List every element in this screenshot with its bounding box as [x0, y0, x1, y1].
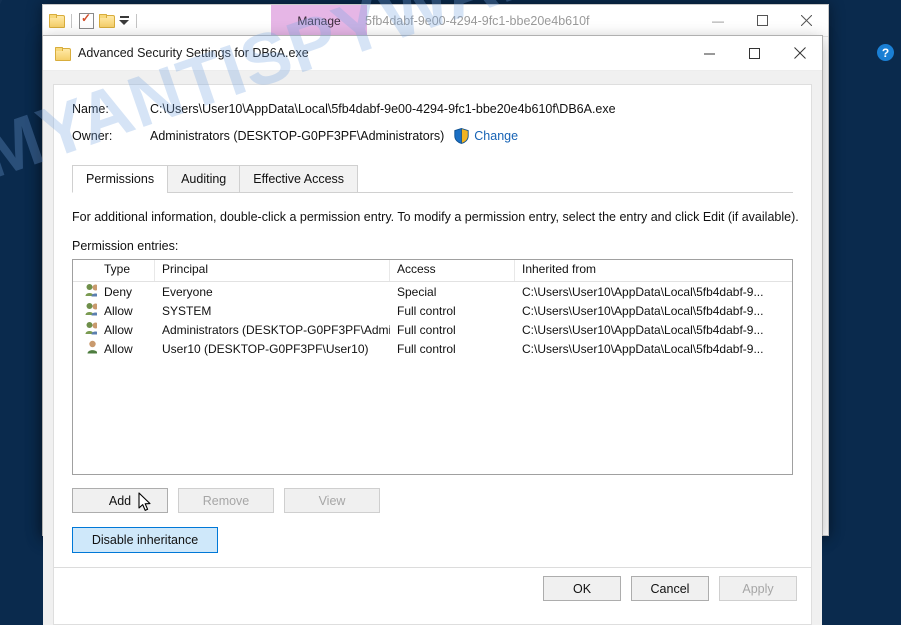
- listview-header[interactable]: Type Principal Access Inherited from: [73, 260, 792, 282]
- permission-entries-label: Permission entries:: [72, 239, 179, 253]
- dialog-window-controls[interactable]: [687, 36, 822, 70]
- remove-button: Remove: [178, 488, 274, 513]
- row-access: Full control: [397, 303, 456, 318]
- tab-strip[interactable]: Permissions Auditing Effective Access: [72, 165, 811, 193]
- file-info-section: Name: C:\Users\User10\AppData\Local\5fb4…: [54, 85, 811, 144]
- disable-inheritance-button[interactable]: Disable inheritance: [72, 527, 218, 553]
- properties-icon[interactable]: [79, 11, 94, 29]
- uac-shield-icon: [454, 128, 469, 144]
- ok-button[interactable]: OK: [543, 576, 621, 601]
- owner-label: Owner:: [72, 129, 113, 143]
- apply-button: Apply: [719, 576, 797, 601]
- row-inherited-from: C:\Users\User10\AppData\Local\5fb4dabf-9…: [522, 303, 764, 318]
- dialog-content-panel: Name: C:\Users\User10\AppData\Local\5fb4…: [53, 84, 812, 625]
- dialog-body: Name: C:\Users\User10\AppData\Local\5fb4…: [43, 71, 822, 625]
- row-users-icon: [73, 283, 97, 300]
- view-button: View: [284, 488, 380, 513]
- dialog-minimize-button[interactable]: [687, 36, 732, 70]
- tab-effective-access[interactable]: Effective Access: [239, 165, 359, 193]
- table-row[interactable]: Allow SYSTEM Full control C:\Users\User1…: [73, 301, 792, 320]
- customize-caret-icon[interactable]: [119, 16, 129, 25]
- row-access: Full control: [397, 322, 456, 337]
- row-principal: User10 (DESKTOP-G0PF3PF\User10): [162, 341, 369, 356]
- row-type: Allow: [104, 303, 133, 318]
- column-header-inherited-from[interactable]: Inherited from: [515, 260, 792, 281]
- new-folder-icon[interactable]: [99, 14, 115, 28]
- tab-permissions[interactable]: Permissions: [72, 165, 169, 193]
- row-inherited-from: C:\Users\User10\AppData\Local\5fb4dabf-9…: [522, 284, 764, 299]
- row-user-icon: [73, 340, 97, 357]
- owner-value: Administrators (DESKTOP-G0PF3PF\Administ…: [150, 129, 445, 143]
- dialog-folder-icon: [55, 46, 71, 61]
- change-owner-link[interactable]: Change: [474, 129, 518, 143]
- quick-access-toolbar[interactable]: [43, 11, 139, 29]
- dialog-titlebar: Advanced Security Settings for DB6A.exe: [43, 36, 822, 71]
- row-type: Allow: [104, 322, 133, 337]
- help-button[interactable]: ?: [877, 44, 894, 61]
- row-principal: Administrators (DESKTOP-G0PF3PF\Admini..…: [162, 322, 390, 337]
- cancel-button[interactable]: Cancel: [631, 576, 709, 601]
- entry-action-buttons[interactable]: Add Remove View: [72, 488, 811, 513]
- column-header-access[interactable]: Access: [390, 260, 515, 281]
- explorer-close-button[interactable]: [784, 5, 828, 36]
- table-row[interactable]: Allow User10 (DESKTOP-G0PF3PF\User10) Fu…: [73, 339, 792, 358]
- explorer-maximize-button[interactable]: [740, 5, 784, 36]
- explorer-window-controls[interactable]: —: [696, 5, 828, 36]
- row-access: Special: [397, 284, 437, 299]
- explorer-minimize-button[interactable]: —: [696, 5, 740, 36]
- tab-auditing[interactable]: Auditing: [167, 165, 241, 193]
- dialog-maximize-button[interactable]: [732, 36, 777, 70]
- dialog-close-button[interactable]: [777, 36, 822, 70]
- toolbar-divider: [71, 13, 72, 28]
- name-row: Name: C:\Users\User10\AppData\Local\5fb4…: [72, 102, 811, 116]
- ribbon-tab-manage-label: Manage: [297, 13, 341, 28]
- row-inherited-from: C:\Users\User10\AppData\Local\5fb4dabf-9…: [522, 322, 764, 337]
- permission-entries-listview[interactable]: Type Principal Access Inherited from Den…: [72, 259, 793, 475]
- row-type: Deny: [104, 284, 133, 299]
- explorer-window-title: 5fb4dabf-9e00-4294-9fc1-bbe20e4b610f: [365, 13, 590, 28]
- explorer-titlebar: Manage 5fb4dabf-9e00-4294-9fc1-bbe20e4b6…: [43, 5, 828, 37]
- instruction-text: For additional information, double-click…: [72, 210, 799, 224]
- column-header-principal[interactable]: Principal: [155, 260, 390, 281]
- column-header-type[interactable]: Type: [97, 260, 155, 281]
- name-value: C:\Users\User10\AppData\Local\5fb4dabf-9…: [150, 102, 616, 116]
- toolbar-divider-2: [136, 13, 137, 28]
- row-inherited-from: C:\Users\User10\AppData\Local\5fb4dabf-9…: [522, 341, 764, 356]
- row-users-icon: [73, 321, 97, 338]
- advanced-security-settings-dialog: Advanced Security Settings for DB6A.exe …: [42, 35, 823, 625]
- table-row[interactable]: Allow Administrators (DESKTOP-G0PF3PF\Ad…: [73, 320, 792, 339]
- row-users-icon: [73, 302, 97, 319]
- column-header-icon[interactable]: [73, 260, 97, 281]
- row-principal: Everyone: [162, 284, 213, 299]
- table-row[interactable]: Deny Everyone Special C:\Users\User10\Ap…: [73, 282, 792, 301]
- row-type: Allow: [104, 341, 133, 356]
- owner-row: Owner: Administrators (DESKTOP-G0PF3PF\A…: [72, 128, 811, 144]
- row-principal: SYSTEM: [162, 303, 212, 318]
- folder-icon[interactable]: [49, 14, 65, 28]
- dialog-title: Advanced Security Settings for DB6A.exe: [78, 46, 309, 60]
- ribbon-tab-manage[interactable]: Manage: [271, 5, 367, 36]
- add-button[interactable]: Add: [72, 488, 168, 513]
- row-access: Full control: [397, 341, 456, 356]
- name-label: Name:: [72, 102, 109, 116]
- dialog-footer: OK Cancel Apply: [54, 567, 811, 624]
